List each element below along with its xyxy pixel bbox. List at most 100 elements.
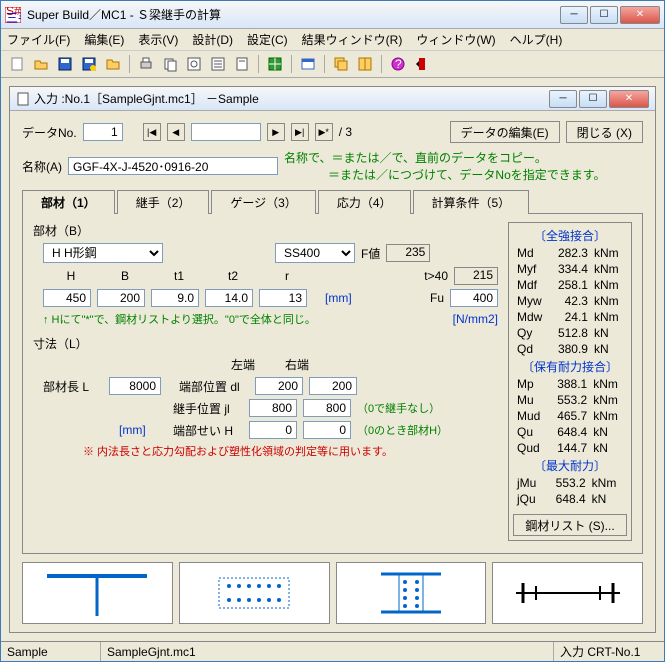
t40-label: t>40 xyxy=(424,269,448,283)
datano-input[interactable] xyxy=(83,123,123,141)
mud-label: Mud xyxy=(515,409,547,423)
menu-window[interactable]: ウィンドウ(W) xyxy=(416,31,495,48)
dl-right-input[interactable] xyxy=(309,377,357,395)
close-button[interactable]: ✕ xyxy=(620,6,660,24)
open-icon[interactable] xyxy=(31,54,51,74)
table-icon[interactable] xyxy=(265,54,285,74)
last-button[interactable]: ▶| xyxy=(291,123,309,141)
print-icon[interactable] xyxy=(136,54,156,74)
save-as-icon[interactable] xyxy=(79,54,99,74)
menu-design[interactable]: 設計(D) xyxy=(192,31,233,48)
name-hint2: ＝または／につづけて、データNoを指定できます。 xyxy=(284,166,643,183)
menu-file[interactable]: ファイル(F) xyxy=(7,31,70,48)
main-titlebar: S#三手 Super Build／MC1 - Ｓ梁継手の計算 ─ ☐ ✕ xyxy=(1,1,664,29)
md-label: Md xyxy=(515,246,549,260)
dl-left-input[interactable] xyxy=(255,377,303,395)
jqu-label: jQu xyxy=(515,492,544,506)
child-window: 入力 :No.1［SampleGjnt.mc1］ －Sample ─ ☐ ✕ デ… xyxy=(9,86,656,633)
save-icon[interactable] xyxy=(55,54,75,74)
shape-select[interactable]: H H形鋼 xyxy=(43,243,163,263)
maximize-button[interactable]: ☐ xyxy=(590,6,618,24)
endh-label: 端部せい H xyxy=(173,422,243,439)
child-close-button[interactable]: ✕ xyxy=(609,90,649,108)
edit-data-button[interactable]: データの編集(E) xyxy=(450,121,560,143)
myw-label: Myw xyxy=(515,294,549,308)
statusbar: Sample SampleGjnt.mc1 入力 CRT-No.1 xyxy=(1,641,664,661)
new-icon[interactable] xyxy=(7,54,27,74)
resultwin-icon[interactable] xyxy=(298,54,318,74)
tab-calcconditions[interactable]: 計算条件（5） xyxy=(413,190,530,214)
material-select[interactable]: SS400 xyxy=(275,243,355,263)
next-button[interactable]: ▶ xyxy=(267,123,285,141)
mdw-label: Mdw xyxy=(515,310,549,324)
r-input[interactable] xyxy=(259,289,307,307)
doc-icon[interactable] xyxy=(232,54,252,74)
myw-value: 42.3 xyxy=(551,294,590,308)
qud-value: 144.7 xyxy=(549,441,589,455)
jl-left-input[interactable] xyxy=(249,399,297,417)
tab-stress[interactable]: 応力（4） xyxy=(318,190,411,214)
f-value: 235 xyxy=(386,244,430,262)
prev-button[interactable]: ◀ xyxy=(167,123,185,141)
col-t1: t1 xyxy=(157,269,201,283)
b-input[interactable] xyxy=(97,289,145,307)
col-r: r xyxy=(265,269,309,283)
help-icon[interactable]: ? xyxy=(388,54,408,74)
new-record-button[interactable]: ▶* xyxy=(315,123,333,141)
exit-icon[interactable] xyxy=(412,54,432,74)
menu-result[interactable]: 結果ウィンドウ(R) xyxy=(302,31,403,48)
minimize-button[interactable]: ─ xyxy=(560,6,588,24)
steel-list-button[interactable]: 鋼材リスト (S)... xyxy=(513,514,627,536)
status-1: Sample xyxy=(1,642,101,661)
child-maximize-button[interactable]: ☐ xyxy=(579,90,607,108)
tab-joint[interactable]: 継手（2） xyxy=(117,190,210,214)
nav-slider[interactable] xyxy=(191,123,261,141)
cascade-icon[interactable] xyxy=(331,54,351,74)
name-input[interactable] xyxy=(68,157,278,175)
tabs: 部材（1） 継手（2） ゲージ（3） 応力（4） 計算条件（5） xyxy=(22,189,643,214)
qy-label: Qy xyxy=(515,326,549,340)
myf-label: Myf xyxy=(515,262,549,276)
list-icon[interactable] xyxy=(208,54,228,74)
mdw-value: 24.1 xyxy=(551,310,590,324)
jl-right-input[interactable] xyxy=(303,399,351,417)
qud-label: Qud xyxy=(515,441,547,455)
folder-icon[interactable] xyxy=(103,54,123,74)
jl-label: 継手位置 jl xyxy=(173,400,243,417)
fu-input[interactable] xyxy=(450,289,498,307)
endh-left-input[interactable] xyxy=(249,421,297,439)
tab-gauge[interactable]: ゲージ（3） xyxy=(211,190,315,214)
f-label: F値 xyxy=(361,245,380,262)
h-input[interactable] xyxy=(43,289,91,307)
len-label: 部材長 L xyxy=(43,378,103,395)
menu-help[interactable]: ヘルプ(H) xyxy=(510,31,563,48)
endh-right-input[interactable] xyxy=(303,421,351,439)
diagram-beam xyxy=(492,562,643,624)
myf-value: 334.4 xyxy=(551,262,590,276)
app-icon: S#三手 xyxy=(5,7,21,23)
t1-input[interactable] xyxy=(151,289,199,307)
dl-label: 端部位置 dl xyxy=(179,378,249,395)
menu-view[interactable]: 表示(V) xyxy=(138,31,178,48)
menubar: ファイル(F) 編集(E) 表示(V) 設計(D) 設定(C) 結果ウィンドウ(… xyxy=(1,29,664,51)
first-button[interactable]: |◀ xyxy=(143,123,161,141)
results-sec2: 〔保有耐力接合〕 xyxy=(513,358,627,375)
nmm2-unit: [N/mm2] xyxy=(453,312,498,326)
len-input[interactable] xyxy=(109,377,161,395)
right-header: 右端 xyxy=(273,356,321,373)
preview-icon[interactable] xyxy=(184,54,204,74)
jmu-value: 553.2 xyxy=(546,476,588,490)
close-child-button[interactable]: 閉じる (X) xyxy=(566,121,643,143)
tab-member[interactable]: 部材（1） xyxy=(22,190,115,214)
tile-icon[interactable] xyxy=(355,54,375,74)
menu-config[interactable]: 設定(C) xyxy=(247,31,288,48)
child-minimize-button[interactable]: ─ xyxy=(549,90,577,108)
t2-input[interactable] xyxy=(205,289,253,307)
md-value: 282.3 xyxy=(551,246,590,260)
copy-icon[interactable] xyxy=(160,54,180,74)
member-note: ↑ Hにて"*"で、鋼材リストより選択。"0"で全体と同じ。 xyxy=(43,311,316,327)
menu-edit[interactable]: 編集(E) xyxy=(84,31,124,48)
endh-note: （0のとき部材H） xyxy=(357,422,448,438)
mu-label: Mu xyxy=(515,393,547,407)
dim-warning: ※ 内法長さと応力勾配および塑性化領域の判定等に用います。 xyxy=(83,443,393,459)
